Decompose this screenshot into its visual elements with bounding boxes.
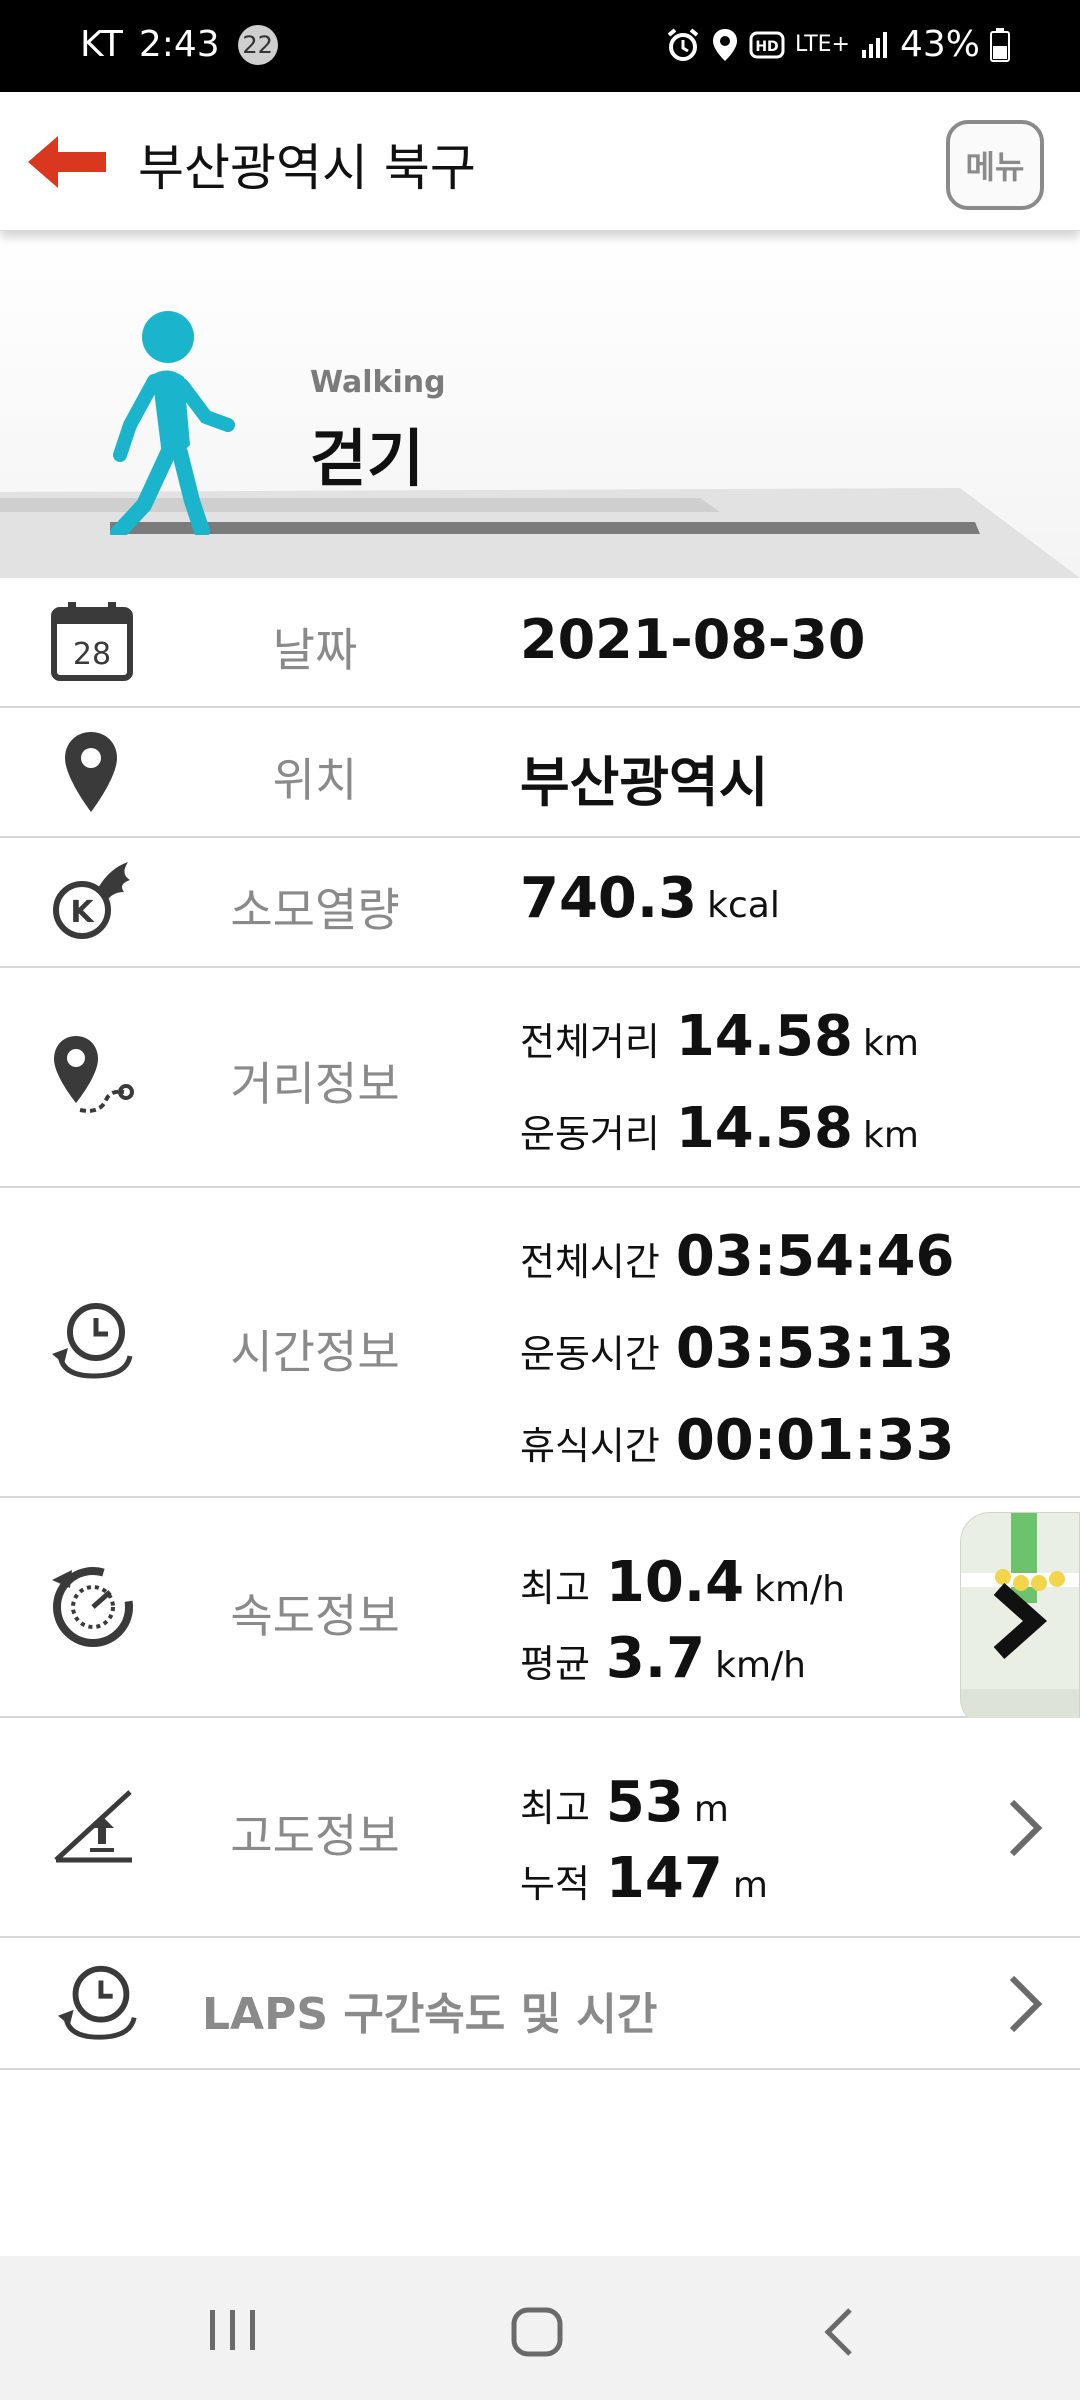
status-right: HD LTE+ 43% (665, 24, 1010, 65)
avg-speed-label: 평균 (520, 1642, 590, 1686)
cumulative-altitude-label: 누적 (520, 1862, 590, 1906)
recent-apps-icon[interactable] (206, 2306, 260, 2354)
moving-distance-value: 14.58 (675, 1096, 853, 1161)
altitude-label: 고도정보 (230, 1809, 400, 1863)
status-left: KT 2:43 22 (80, 24, 278, 65)
rest-time-label: 휴식시간 (520, 1424, 660, 1468)
distance-row: 거리정보 전체거리 14.58 km 운동거리 14.58 km (0, 968, 1080, 1188)
max-altitude-group: 최고 53 m (520, 1770, 729, 1835)
calorie-flame-icon: K (53, 862, 130, 939)
location-row: 위치 부산광역시 (0, 708, 1080, 838)
chevron-right-icon[interactable] (1004, 1798, 1044, 1858)
total-distance-group: 전체거리 14.58 km (520, 1004, 919, 1069)
signal-icon (861, 31, 887, 58)
laps-label: LAPS 구간속도 및 시간 (202, 1989, 658, 2040)
cumulative-altitude-value: 147 (605, 1846, 723, 1911)
moving-time-group: 운동시간 03:53:13 (520, 1316, 954, 1381)
speedometer-icon (52, 1567, 133, 1647)
max-altitude-value: 53 (605, 1770, 684, 1835)
speed-label: 속도정보 (230, 1589, 400, 1643)
map-thumbnail-button[interactable] (960, 1512, 1080, 1728)
location-icon (712, 28, 737, 61)
total-time-value: 03:54:46 (675, 1224, 955, 1289)
max-altitude-label: 최고 (520, 1786, 590, 1830)
avg-speed-group: 평균 3.7 km/h (520, 1626, 806, 1691)
speed-row[interactable]: 속도정보 최고 10.4 km/h 평균 3.7 km/h (0, 1498, 1080, 1728)
alarm-icon (667, 27, 699, 61)
max-speed-value: 10.4 (605, 1550, 745, 1615)
status-bar: KT 2:43 22 HD LTE+ 43% (0, 0, 1080, 92)
total-time-group: 전체시간 03:54:46 (520, 1224, 954, 1289)
moving-distance-unit: km (862, 1115, 919, 1156)
activity-hero: Walking 걷기 (0, 230, 1080, 578)
calories-row: K 소모열량 740.3 kcal (0, 838, 1080, 968)
laps-row[interactable]: LAPS 구간속도 및 시간 (0, 1938, 1080, 2070)
clock-cycle-icon (52, 1303, 133, 1379)
date-value: 2021-08-30 (520, 608, 866, 671)
svg-text:K: K (70, 895, 95, 930)
max-altitude-unit: m (693, 1789, 729, 1830)
network-type: LTE+ (794, 32, 850, 57)
moving-distance-group: 운동거리 14.58 km (520, 1096, 919, 1161)
page-title: 부산광역시 북구 (138, 139, 476, 197)
total-time-label: 전체시간 (520, 1240, 660, 1284)
avg-speed-unit: km/h (715, 1645, 806, 1686)
total-distance-unit: km (862, 1023, 919, 1064)
back-arrow-icon[interactable] (24, 130, 110, 194)
calendar-day: 28 (73, 637, 111, 672)
max-speed-unit: km/h (754, 1569, 845, 1610)
total-distance-value: 14.58 (675, 1004, 853, 1069)
svg-text:HD: HD (755, 39, 778, 55)
moving-distance-label: 운동거리 (520, 1112, 660, 1156)
distance-label: 거리정보 (230, 1057, 400, 1111)
calories-label: 소모열량 (230, 883, 400, 937)
carrier-name: KT (80, 24, 123, 65)
altitude-row[interactable]: 고도정보 최고 53 m 누적 147 m (0, 1718, 1080, 1938)
workout-detail-list: 28 날짜 2021-08-30 위치 부산광역시 K 소모열량 740.3 k… (0, 578, 1080, 2070)
calories-value: 740.3 (520, 866, 698, 931)
back-icon[interactable] (820, 2306, 860, 2358)
app-bar: 부산광역시 북구 메뉴 (0, 92, 1080, 231)
status-time: 2:43 (138, 24, 220, 65)
time-row: 시간정보 전체시간 03:54:46 운동시간 03:53:13 휴식시간 00… (0, 1188, 1080, 1498)
route-pin-icon (54, 1036, 134, 1113)
total-distance-label: 전체거리 (520, 1020, 660, 1064)
location-label: 위치 (272, 753, 358, 807)
hd-icon: HD (749, 31, 785, 58)
time-label: 시간정보 (230, 1325, 400, 1379)
moving-time-label: 운동시간 (520, 1332, 660, 1376)
max-speed-group: 최고 10.4 km/h (520, 1550, 845, 1615)
battery-icon (990, 27, 1010, 62)
rest-time-group: 휴식시간 00:01:33 (520, 1408, 954, 1473)
home-icon[interactable] (510, 2306, 564, 2358)
location-pin-icon (65, 732, 117, 812)
date-row: 28 날짜 2021-08-30 (0, 578, 1080, 708)
laps-clock-icon (57, 1965, 137, 2040)
moving-time-value: 03:53:13 (675, 1316, 955, 1381)
system-navigation-bar (0, 2256, 1080, 2400)
cumulative-altitude-unit: m (732, 1865, 768, 1906)
battery-percent: 43% (899, 24, 980, 65)
max-speed-label: 최고 (520, 1566, 590, 1610)
location-value: 부산광역시 (520, 751, 769, 814)
date-label: 날짜 (272, 623, 358, 677)
map-preview-icon (961, 1513, 1079, 1727)
activity-type-english: Walking (310, 365, 446, 400)
rest-time-value: 00:01:33 (675, 1408, 955, 1473)
cumulative-altitude-group: 누적 147 m (520, 1846, 768, 1911)
avg-speed-value: 3.7 (605, 1626, 706, 1691)
notification-count-badge: 22 (237, 24, 278, 65)
calendar-icon: 28 (51, 602, 133, 681)
walking-person-icon (110, 311, 235, 535)
chevron-right-icon[interactable] (1004, 1974, 1044, 2034)
activity-type-korean: 걷기 (310, 422, 425, 495)
menu-button[interactable]: 메뉴 (946, 120, 1044, 210)
calories-unit: kcal (707, 885, 780, 926)
calories-value-group: 740.3 kcal (520, 866, 780, 931)
altitude-slope-icon (54, 1790, 132, 1863)
